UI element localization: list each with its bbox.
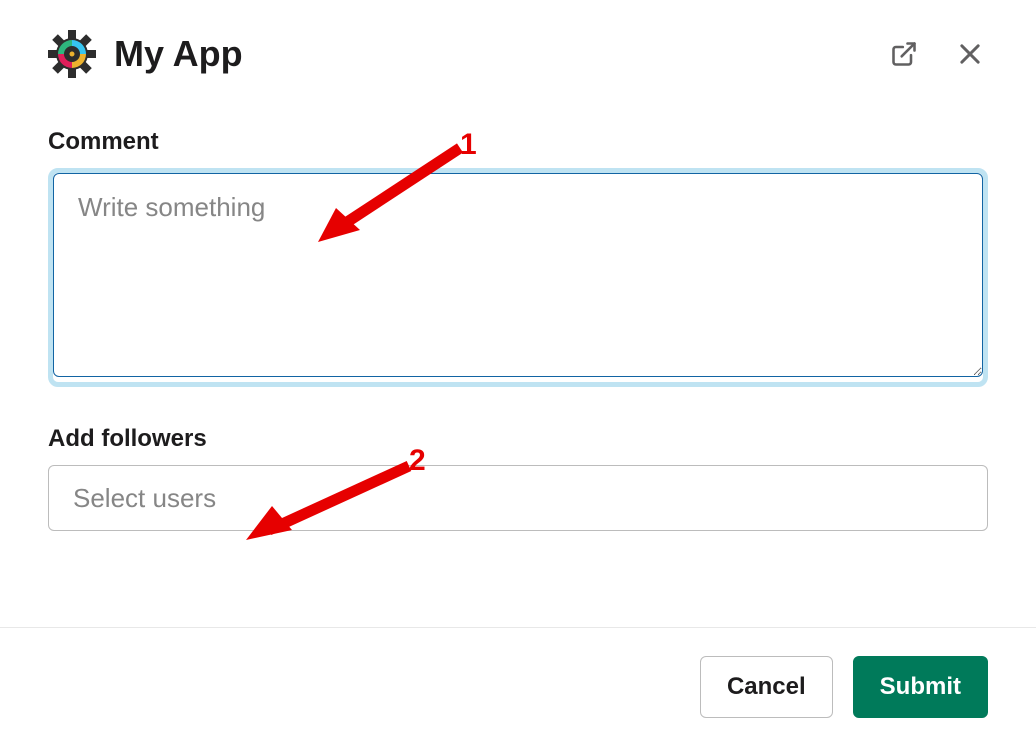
app-gear-icon xyxy=(48,30,96,78)
modal-dialog: My App Comment xyxy=(0,0,1036,746)
close-icon xyxy=(956,40,984,68)
modal-body: Comment Add followers xyxy=(0,88,1036,627)
app-title: My App xyxy=(114,33,868,75)
close-button[interactable] xyxy=(952,36,988,72)
header-actions xyxy=(886,36,988,72)
comment-label: Comment xyxy=(48,128,988,156)
followers-select[interactable] xyxy=(48,465,988,531)
comment-section: Comment xyxy=(48,128,988,387)
submit-button[interactable]: Submit xyxy=(853,656,988,718)
followers-section: Add followers xyxy=(48,425,988,531)
external-link-icon xyxy=(890,40,918,68)
cancel-button[interactable]: Cancel xyxy=(700,656,833,718)
external-link-button[interactable] xyxy=(886,36,922,72)
comment-input[interactable] xyxy=(53,173,983,377)
comment-focus-ring xyxy=(48,168,988,387)
modal-footer: Cancel Submit xyxy=(0,628,1036,746)
modal-header: My App xyxy=(0,0,1036,88)
followers-label: Add followers xyxy=(48,425,988,453)
